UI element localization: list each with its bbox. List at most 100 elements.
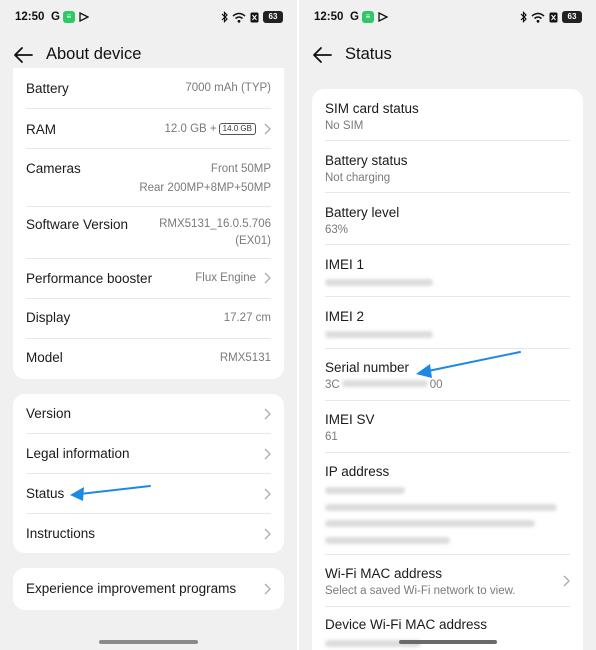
redacted-value bbox=[341, 380, 428, 387]
nav-item-status[interactable]: Status bbox=[26, 474, 271, 514]
play-store-icon bbox=[378, 12, 388, 22]
google-icon: G bbox=[51, 11, 60, 23]
page-header: Status bbox=[299, 36, 596, 76]
row-value: Flux Engine bbox=[195, 272, 256, 284]
row-label: RAM bbox=[26, 122, 56, 137]
redacted-value bbox=[325, 504, 557, 511]
chevron-right-icon bbox=[263, 408, 271, 420]
status-row-battery-status: Battery status Not charging bbox=[325, 141, 570, 193]
status-card: SIM card status No SIM Battery status No… bbox=[312, 89, 583, 650]
row-label: Cameras bbox=[26, 161, 81, 176]
redacted-value bbox=[325, 279, 433, 286]
row-value: 61 bbox=[325, 431, 338, 443]
row-label: Experience improvement programs bbox=[26, 581, 237, 596]
chevron-right-icon bbox=[263, 272, 271, 284]
nav-item-legal-information[interactable]: Legal information bbox=[26, 434, 271, 474]
about-nav-card: Version Legal information Status Instruc… bbox=[13, 394, 284, 553]
bluetooth-icon bbox=[221, 11, 228, 23]
info-row-display: Display 17.27 cm bbox=[26, 299, 271, 339]
redacted-value bbox=[325, 487, 405, 494]
row-label: Version bbox=[26, 406, 72, 421]
row-title: SIM card status bbox=[325, 101, 419, 116]
battery-icon: 63 bbox=[263, 11, 283, 23]
info-row-cameras: Cameras Front 50MP Rear 200MP+8MP+50MP bbox=[26, 149, 271, 207]
row-value: Not charging bbox=[325, 172, 391, 184]
back-arrow-icon[interactable] bbox=[311, 44, 333, 66]
status-row-sim: SIM card status No SIM bbox=[325, 89, 570, 141]
play-store-icon bbox=[79, 12, 89, 22]
wifi-icon bbox=[531, 12, 545, 23]
home-indicator[interactable] bbox=[399, 640, 497, 644]
status-time: 12:50 bbox=[15, 11, 45, 23]
home-indicator[interactable] bbox=[99, 640, 198, 644]
status-time: 12:50 bbox=[314, 11, 344, 23]
wifi-icon bbox=[232, 12, 246, 23]
status-row-ip-address: IP address bbox=[325, 453, 570, 555]
row-label: Battery bbox=[26, 81, 69, 96]
nav-item-version[interactable]: Version bbox=[26, 394, 271, 434]
chevron-right-icon bbox=[263, 488, 271, 500]
row-title: Device Wi-Fi MAC address bbox=[325, 617, 488, 632]
status-row-imei2: IMEI 2 bbox=[325, 297, 570, 349]
status-screen: 12:50 G ≡ 63 Status SIM card status No S… bbox=[299, 0, 596, 650]
page-title: Status bbox=[345, 45, 392, 63]
row-label: Display bbox=[26, 310, 71, 325]
info-row-ram[interactable]: RAM 12.0 GB +14.0 GB bbox=[26, 109, 271, 149]
row-value: 63% bbox=[325, 224, 349, 236]
back-arrow-icon[interactable] bbox=[12, 44, 34, 66]
row-title: Battery level bbox=[325, 205, 400, 220]
status-row-serial: Serial number 3C 00 bbox=[325, 349, 570, 401]
row-title: IMEI 1 bbox=[325, 257, 365, 272]
notification-app-icon: ≡ bbox=[63, 11, 75, 23]
row-label: Model bbox=[26, 350, 63, 365]
info-row-battery: Battery 7000 mAh (TYP) bbox=[26, 68, 271, 109]
battery-icon: 63 bbox=[562, 11, 582, 23]
nav-item-instructions[interactable]: Instructions bbox=[26, 514, 271, 553]
row-value-line1: Front 50MP bbox=[210, 163, 271, 175]
row-title: Battery status bbox=[325, 153, 408, 168]
row-value-line2: Rear 200MP+8MP+50MP bbox=[139, 182, 271, 194]
status-row-imei1: IMEI 1 bbox=[325, 245, 570, 297]
row-label: Software Version bbox=[26, 217, 129, 232]
row-title: IMEI 2 bbox=[325, 309, 365, 324]
chevron-right-icon bbox=[263, 528, 271, 540]
redacted-value bbox=[325, 520, 535, 527]
page-title: About device bbox=[46, 45, 142, 63]
about-device-screen: 12:50 G ≡ 63 About device Battery 7000 m… bbox=[0, 0, 297, 650]
row-title: Wi-Fi MAC address bbox=[325, 566, 443, 581]
redacted-value bbox=[325, 537, 450, 544]
chevron-right-icon bbox=[562, 575, 570, 587]
row-label: Instructions bbox=[26, 526, 96, 541]
redacted-value bbox=[325, 331, 433, 338]
row-value-line2: (EX01) bbox=[235, 235, 271, 247]
no-sim-icon bbox=[549, 12, 558, 22]
status-row-imei-sv: IMEI SV 61 bbox=[325, 401, 570, 453]
chevron-right-icon bbox=[263, 583, 271, 595]
info-row-software-version: Software Version RMX5131_16.0.5.706 (EX0… bbox=[26, 207, 271, 259]
row-title: Serial number bbox=[325, 360, 410, 375]
row-value: RMX5131 bbox=[219, 352, 271, 364]
device-info-card: Battery 7000 mAh (TYP) RAM 12.0 GB +14.0… bbox=[13, 68, 284, 379]
row-label: Performance booster bbox=[26, 271, 153, 286]
row-value: 17.27 cm bbox=[223, 312, 271, 324]
chevron-right-icon bbox=[263, 448, 271, 460]
google-icon: G bbox=[350, 11, 359, 23]
bluetooth-icon bbox=[520, 11, 527, 23]
nav-item-experience-improvement[interactable]: Experience improvement programs bbox=[26, 568, 271, 610]
row-label: Status bbox=[26, 486, 65, 501]
experience-card: Experience improvement programs bbox=[13, 568, 284, 610]
notification-app-icon: ≡ bbox=[362, 11, 374, 23]
row-value: No SIM bbox=[325, 120, 364, 132]
row-label: Legal information bbox=[26, 446, 130, 461]
row-value: 12.0 GB +14.0 GB bbox=[165, 121, 256, 138]
status-row-battery-level: Battery level 63% bbox=[325, 193, 570, 245]
ram-extension-chip: 14.0 GB bbox=[218, 123, 256, 135]
status-bar: 12:50 G ≡ 63 bbox=[299, 0, 596, 36]
row-value: 7000 mAh (TYP) bbox=[185, 82, 271, 94]
chevron-right-icon bbox=[263, 123, 271, 135]
no-sim-icon bbox=[250, 12, 259, 22]
info-row-performance-booster[interactable]: Performance booster Flux Engine bbox=[26, 259, 271, 299]
row-value: Select a saved Wi-Fi network to view. bbox=[325, 585, 516, 597]
row-value: 3C 00 bbox=[325, 379, 443, 391]
status-row-wifi-mac[interactable]: Wi-Fi MAC address Select a saved Wi-Fi n… bbox=[325, 555, 570, 607]
